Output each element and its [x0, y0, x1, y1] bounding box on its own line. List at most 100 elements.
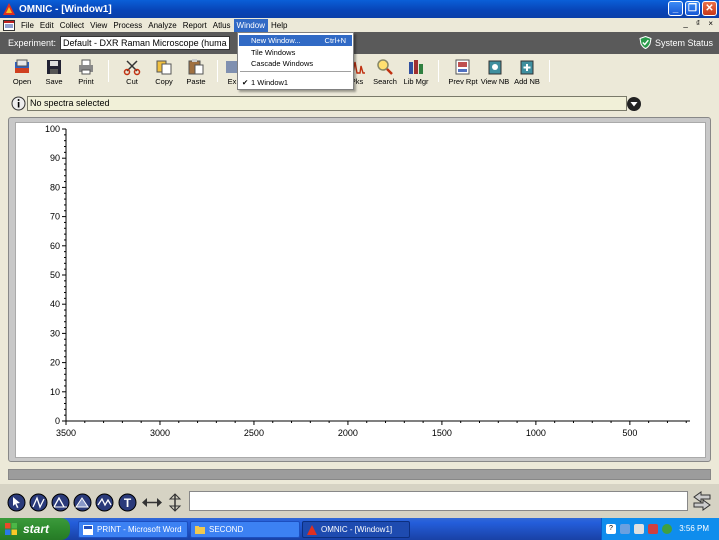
peak-area-tool-icon[interactable] — [73, 493, 92, 512]
toolbar-separator — [108, 60, 109, 82]
spectrum-chart: 0 10 20 30 40 50 60 70 80 90 100 3500 3000 2500 2000 15… — [45, 124, 690, 438]
y-tick-label: 50 — [50, 270, 60, 280]
bottom-toolbar: T — [0, 484, 719, 518]
pointer-tool-icon[interactable] — [7, 493, 26, 512]
experiment-bar: Experiment: Default - DXR Raman Microsco… — [0, 32, 719, 54]
status-tray-icon[interactable] — [662, 524, 672, 534]
x-tick-label: 2000 — [338, 428, 358, 438]
plot-area[interactable]: 0 10 20 30 40 50 60 70 80 90 100 3500 3000 2500 2000 15… — [15, 122, 706, 458]
search-icon — [377, 59, 393, 75]
start-button[interactable]: start — [0, 518, 70, 540]
peak-height-tool-icon[interactable] — [51, 493, 70, 512]
menu-edit[interactable]: Edit — [37, 19, 57, 32]
menu-window1[interactable]: ✔ 1 Window1 — [239, 77, 352, 88]
region-tool-icon[interactable] — [29, 493, 48, 512]
experiment-label: Experiment: — [8, 38, 57, 48]
menu-bar: File Edit Collect View Process Analyze R… — [0, 18, 719, 32]
menu-file[interactable]: File — [18, 19, 37, 32]
menu-cascade-windows[interactable]: Cascade Windows — [239, 58, 352, 69]
title-bar: OMNIC - [Window1] _ ❐ ✕ — [0, 0, 719, 18]
y-tick-label: 70 — [50, 212, 60, 222]
task-second-label: SECOND — [209, 525, 244, 534]
folder-icon — [195, 525, 205, 534]
spectrum-window: 0 10 20 30 40 50 60 70 80 90 100 3500 3000 2500 2000 15… — [8, 117, 711, 462]
task-word[interactable]: PRINT - Microsoft Word — [78, 521, 188, 538]
document-window-icon[interactable] — [3, 19, 15, 31]
scissors-icon — [123, 60, 141, 76]
add-notebook-button[interactable]: Add NB — [510, 58, 544, 86]
preview-report-icon — [455, 59, 470, 75]
network-tray-icon[interactable] — [620, 524, 630, 534]
new-window-label: New Window... — [251, 36, 301, 45]
system-status-label: System Status — [654, 37, 713, 48]
task-second-folder[interactable]: SECOND — [190, 521, 300, 538]
menu-process[interactable]: Process — [110, 19, 145, 32]
copy-label: Copy — [155, 77, 173, 86]
toolbar: Open Save Print Cut Copy Paste Ex Pks Se… — [0, 54, 719, 94]
y-tick-label: 80 — [50, 182, 60, 192]
task-omnic-label: OMNIC - [Window1] — [321, 525, 393, 534]
x-tick-label: 1000 — [526, 428, 546, 438]
checkmark-icon: ✔ — [242, 78, 249, 87]
info-icon[interactable] — [11, 96, 26, 111]
task-omnic[interactable]: OMNIC - [Window1] — [302, 521, 410, 538]
cut-button[interactable]: Cut — [115, 58, 149, 86]
search-button[interactable]: Search — [368, 58, 402, 86]
paste-button[interactable]: Paste — [179, 58, 213, 86]
restore-button[interactable]: ❐ — [685, 1, 700, 16]
open-label: Open — [12, 77, 32, 86]
y-tick-label: 60 — [50, 241, 60, 251]
copy-button[interactable]: Copy — [147, 58, 181, 86]
cascade-windows-label: Cascade Windows — [251, 59, 314, 68]
cut-label: Cut — [126, 77, 138, 86]
open-button[interactable]: Open — [5, 58, 39, 86]
expand-horizontal-icon[interactable] — [141, 493, 163, 512]
menu-view[interactable]: View — [87, 19, 110, 32]
menu-new-window[interactable]: New Window... Ctrl+N — [239, 35, 352, 46]
horizontal-scrollbar[interactable] — [8, 469, 711, 480]
view-notebook-button[interactable]: View NB — [478, 58, 512, 86]
system-tray: ? 3:56 PM — [601, 518, 719, 540]
command-input[interactable] — [189, 491, 688, 511]
close-button[interactable]: ✕ — [702, 1, 717, 16]
omnic-app-icon — [307, 524, 317, 535]
start-label: start — [23, 522, 50, 536]
help-tray-icon[interactable]: ? — [606, 524, 616, 534]
mdi-window-buttons[interactable]: _ ₫ × — [683, 19, 716, 28]
y-tick-label: 20 — [50, 358, 60, 368]
menu-atlus[interactable]: Atlus — [210, 19, 234, 32]
save-button[interactable]: Save — [37, 58, 71, 86]
baseline-tool-icon[interactable] — [95, 493, 114, 512]
save-icon — [47, 60, 61, 74]
preview-report-button[interactable]: Prev Rpt — [446, 58, 480, 86]
copy-icon — [156, 60, 172, 75]
word-document-icon — [83, 524, 93, 535]
spectra-selection-field[interactable]: No spectra selected — [27, 96, 627, 111]
ex-label: Ex — [227, 77, 237, 86]
menu-collect[interactable]: Collect — [57, 19, 87, 32]
minimize-button[interactable]: _ — [668, 1, 683, 16]
volume-tray-icon[interactable] — [634, 524, 644, 534]
swap-arrows-icon[interactable] — [693, 491, 711, 511]
menu-window[interactable]: Window — [233, 18, 268, 32]
y-tick-label: 30 — [50, 328, 60, 338]
system-status[interactable]: System Status — [639, 36, 713, 49]
text-tool-icon[interactable]: T — [118, 493, 137, 512]
printer-icon — [79, 59, 93, 75]
windows-flag-icon — [5, 523, 17, 535]
menu-help[interactable]: Help — [268, 19, 290, 32]
dropdown-arrow-icon[interactable] — [626, 96, 642, 112]
library-manager-icon — [409, 60, 423, 74]
print-button[interactable]: Print — [69, 58, 103, 86]
menu-report[interactable]: Report — [180, 19, 210, 32]
window1-label: 1 Window1 — [251, 78, 289, 87]
menu-analyze[interactable]: Analyze — [145, 19, 179, 32]
experiment-select[interactable]: Default - DXR Raman Microscope (huma — [60, 36, 231, 50]
add-notebook-icon — [520, 60, 534, 75]
x-tick-label: 1500 — [432, 428, 452, 438]
x-tick-label: 500 — [622, 428, 637, 438]
menu-tile-windows[interactable]: Tile Windows — [239, 47, 352, 58]
expand-vertical-icon[interactable] — [164, 493, 186, 512]
library-manager-button[interactable]: Lib Mgr — [399, 58, 433, 86]
antivirus-tray-icon[interactable] — [648, 524, 658, 534]
